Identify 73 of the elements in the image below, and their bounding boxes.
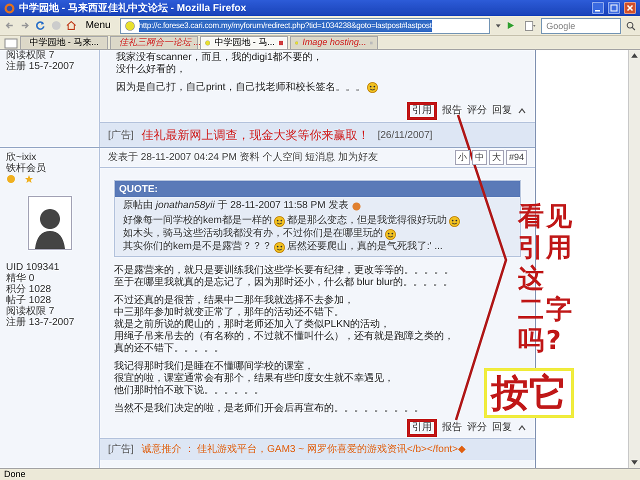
post-paragraph: 不是露营来的，就只是要训练我们这些学长要有纪律，更改等等的。。。。。 至于在哪里我就真的是忘记了，因为那时还小，什么都 blur blur的。。。。。 <box>114 265 454 290</box>
scrollbar[interactable] <box>628 50 640 468</box>
author-info: 精华 0 <box>6 273 36 284</box>
search-icon[interactable] <box>626 20 636 32</box>
quote-source: 原帖由 jonathan58yii 于 28-11-2007 11:58 PM 发表 <box>123 200 348 212</box>
post-paragraph: 不过还真的是很苦，结果中二那年我就选择不去参加， 中三那年参加时就变正常了，那年的活动还不错下。 就是之前所说的爬山的，那时老师还加入了类似PLKN的活动， 用绳子吊来吊去的（有名称的，不过就不懂叫什么），还有就是跑障之类的， 真的还不错下。。。。。 <box>114 295 454 356</box>
ad-date: [26/11/2007] <box>378 128 432 143</box>
link-icon[interactable] <box>352 202 362 211</box>
browser-tab[interactable]: Image hosting... <box>290 36 378 49</box>
author-info: UID 109341 <box>6 262 60 274</box>
status-bar: Done <box>0 468 640 480</box>
post-action-link[interactable]: 评分 <box>467 419 487 438</box>
post-action-link[interactable]: 回复 <box>492 102 512 120</box>
post-action-link[interactable]: 评分 <box>467 102 487 120</box>
author-info: 阅读权限 7 <box>6 50 56 61</box>
dropdown-caret-icon[interactable] <box>494 22 502 30</box>
url-field[interactable]: http://c.forese3.cari.com.my/myforum/redirect.php?tid=1034238&goto=lastpost#lastpost <box>120 18 490 34</box>
post-paragraph: 我家没有scanner，而且，我的digi1都不要的， 没什么好看的， <box>116 52 323 76</box>
quote-text: 好像每一间学校的kem都是一样的 <box>123 215 272 228</box>
post-action-link[interactable]: 报告 <box>442 102 462 120</box>
annotation-text: 二字 <box>518 295 574 326</box>
post-action-link[interactable]: 报告 <box>442 419 462 438</box>
author-info: 阅读权限 7 <box>6 306 56 318</box>
menu-button[interactable]: Menu <box>82 18 115 33</box>
font-size-button[interactable]: 中 <box>472 150 487 166</box>
font-size-button[interactable]: 大 <box>488 150 504 166</box>
search-field[interactable]: Google <box>541 18 622 34</box>
annotation-text: 看见 <box>518 202 574 233</box>
ad-tag: [广告] <box>108 442 134 458</box>
annotation-text: 这 <box>518 264 546 295</box>
smiley-icon <box>385 228 396 240</box>
ad-tag: [广告] <box>108 128 134 143</box>
font-size-button[interactable]: 小 <box>454 150 470 166</box>
window-title: 中学园地 - 马来西亚佳礼中文论坛 - Mozilla Firefox <box>19 2 248 16</box>
smiley-icon <box>274 242 285 253</box>
search-engine-icon[interactable] <box>524 20 536 32</box>
author-info: 注册 13-7-2007 <box>6 317 76 328</box>
tab-close-icon[interactable] <box>278 39 283 47</box>
browser-tab[interactable]: 中学园地 - 马... <box>200 36 288 49</box>
quote-text: 其实你们的kem是不是露营？？？ <box>123 241 272 254</box>
go-arrow-icon[interactable] <box>506 20 515 31</box>
post-paragraph: 当然不是我们决定的啦，是老师们开会后再宣布的。。。。。。。。。 <box>114 403 424 416</box>
smiley-icon <box>274 216 285 227</box>
author-info: 帖子 1028 <box>6 295 52 306</box>
author-name[interactable]: 欣~ixix <box>6 152 93 164</box>
quote-text: 都是那么变态，但是我觉得很好玩叻 <box>286 215 447 228</box>
reload-icon[interactable] <box>35 19 46 32</box>
annotation-text: 引用 <box>518 233 574 264</box>
smiley-icon <box>367 82 378 93</box>
quote-text: 如木头，骑马这些活动我都没有办，不过你们是在哪里玩的 <box>123 228 383 240</box>
close-icon[interactable] <box>624 2 636 14</box>
post-paragraph: 我记得那时我们是睡在不懂哪间学校的课室， 很宜的啦，课室通常会有那个，结果有些印度女生就不幸遇见， 他们那时怕不敢下说。。。。。。 <box>114 361 394 398</box>
quote-text: 居然还要爬山，真的是气死我了:' ... <box>286 241 443 254</box>
smiley-icon <box>448 216 460 227</box>
minimize-icon[interactable] <box>592 2 604 14</box>
browser-tab[interactable]: 佳礼三网合一论坛 ... <box>110 36 198 49</box>
annotation-text: 吗? <box>518 326 564 357</box>
browser-tab[interactable]: 中学园地 - 马来... <box>20 36 108 49</box>
maximize-icon[interactable] <box>608 2 620 14</box>
post-number: #94 <box>506 150 527 166</box>
post-action-link[interactable]: 回复 <box>492 419 512 438</box>
author-info: 积分 1028 <box>6 284 52 296</box>
author-rank: 铁杆会员 <box>6 163 47 174</box>
tab-list-icon[interactable] <box>4 37 18 49</box>
author-info: 注册 15-7-2007 <box>6 61 76 72</box>
quote-title: QUOTE: <box>115 181 520 198</box>
home-icon[interactable] <box>66 19 77 32</box>
post-meta: 发表于 28-11-2007 04:24 PM 资料 个人空间 短消息 加为好友 <box>108 150 378 166</box>
rank-stars-icon <box>6 174 34 184</box>
ad-link[interactable]: 佳礼最新网上调查，现金大奖等你来赢取！ <box>142 126 370 144</box>
browser-logo-icon <box>4 2 15 14</box>
post-paragraph: 因为是自己打，自己print，自己找老师和校长签名。。。 <box>116 82 380 94</box>
annotation-callout: 按它 <box>484 368 574 418</box>
